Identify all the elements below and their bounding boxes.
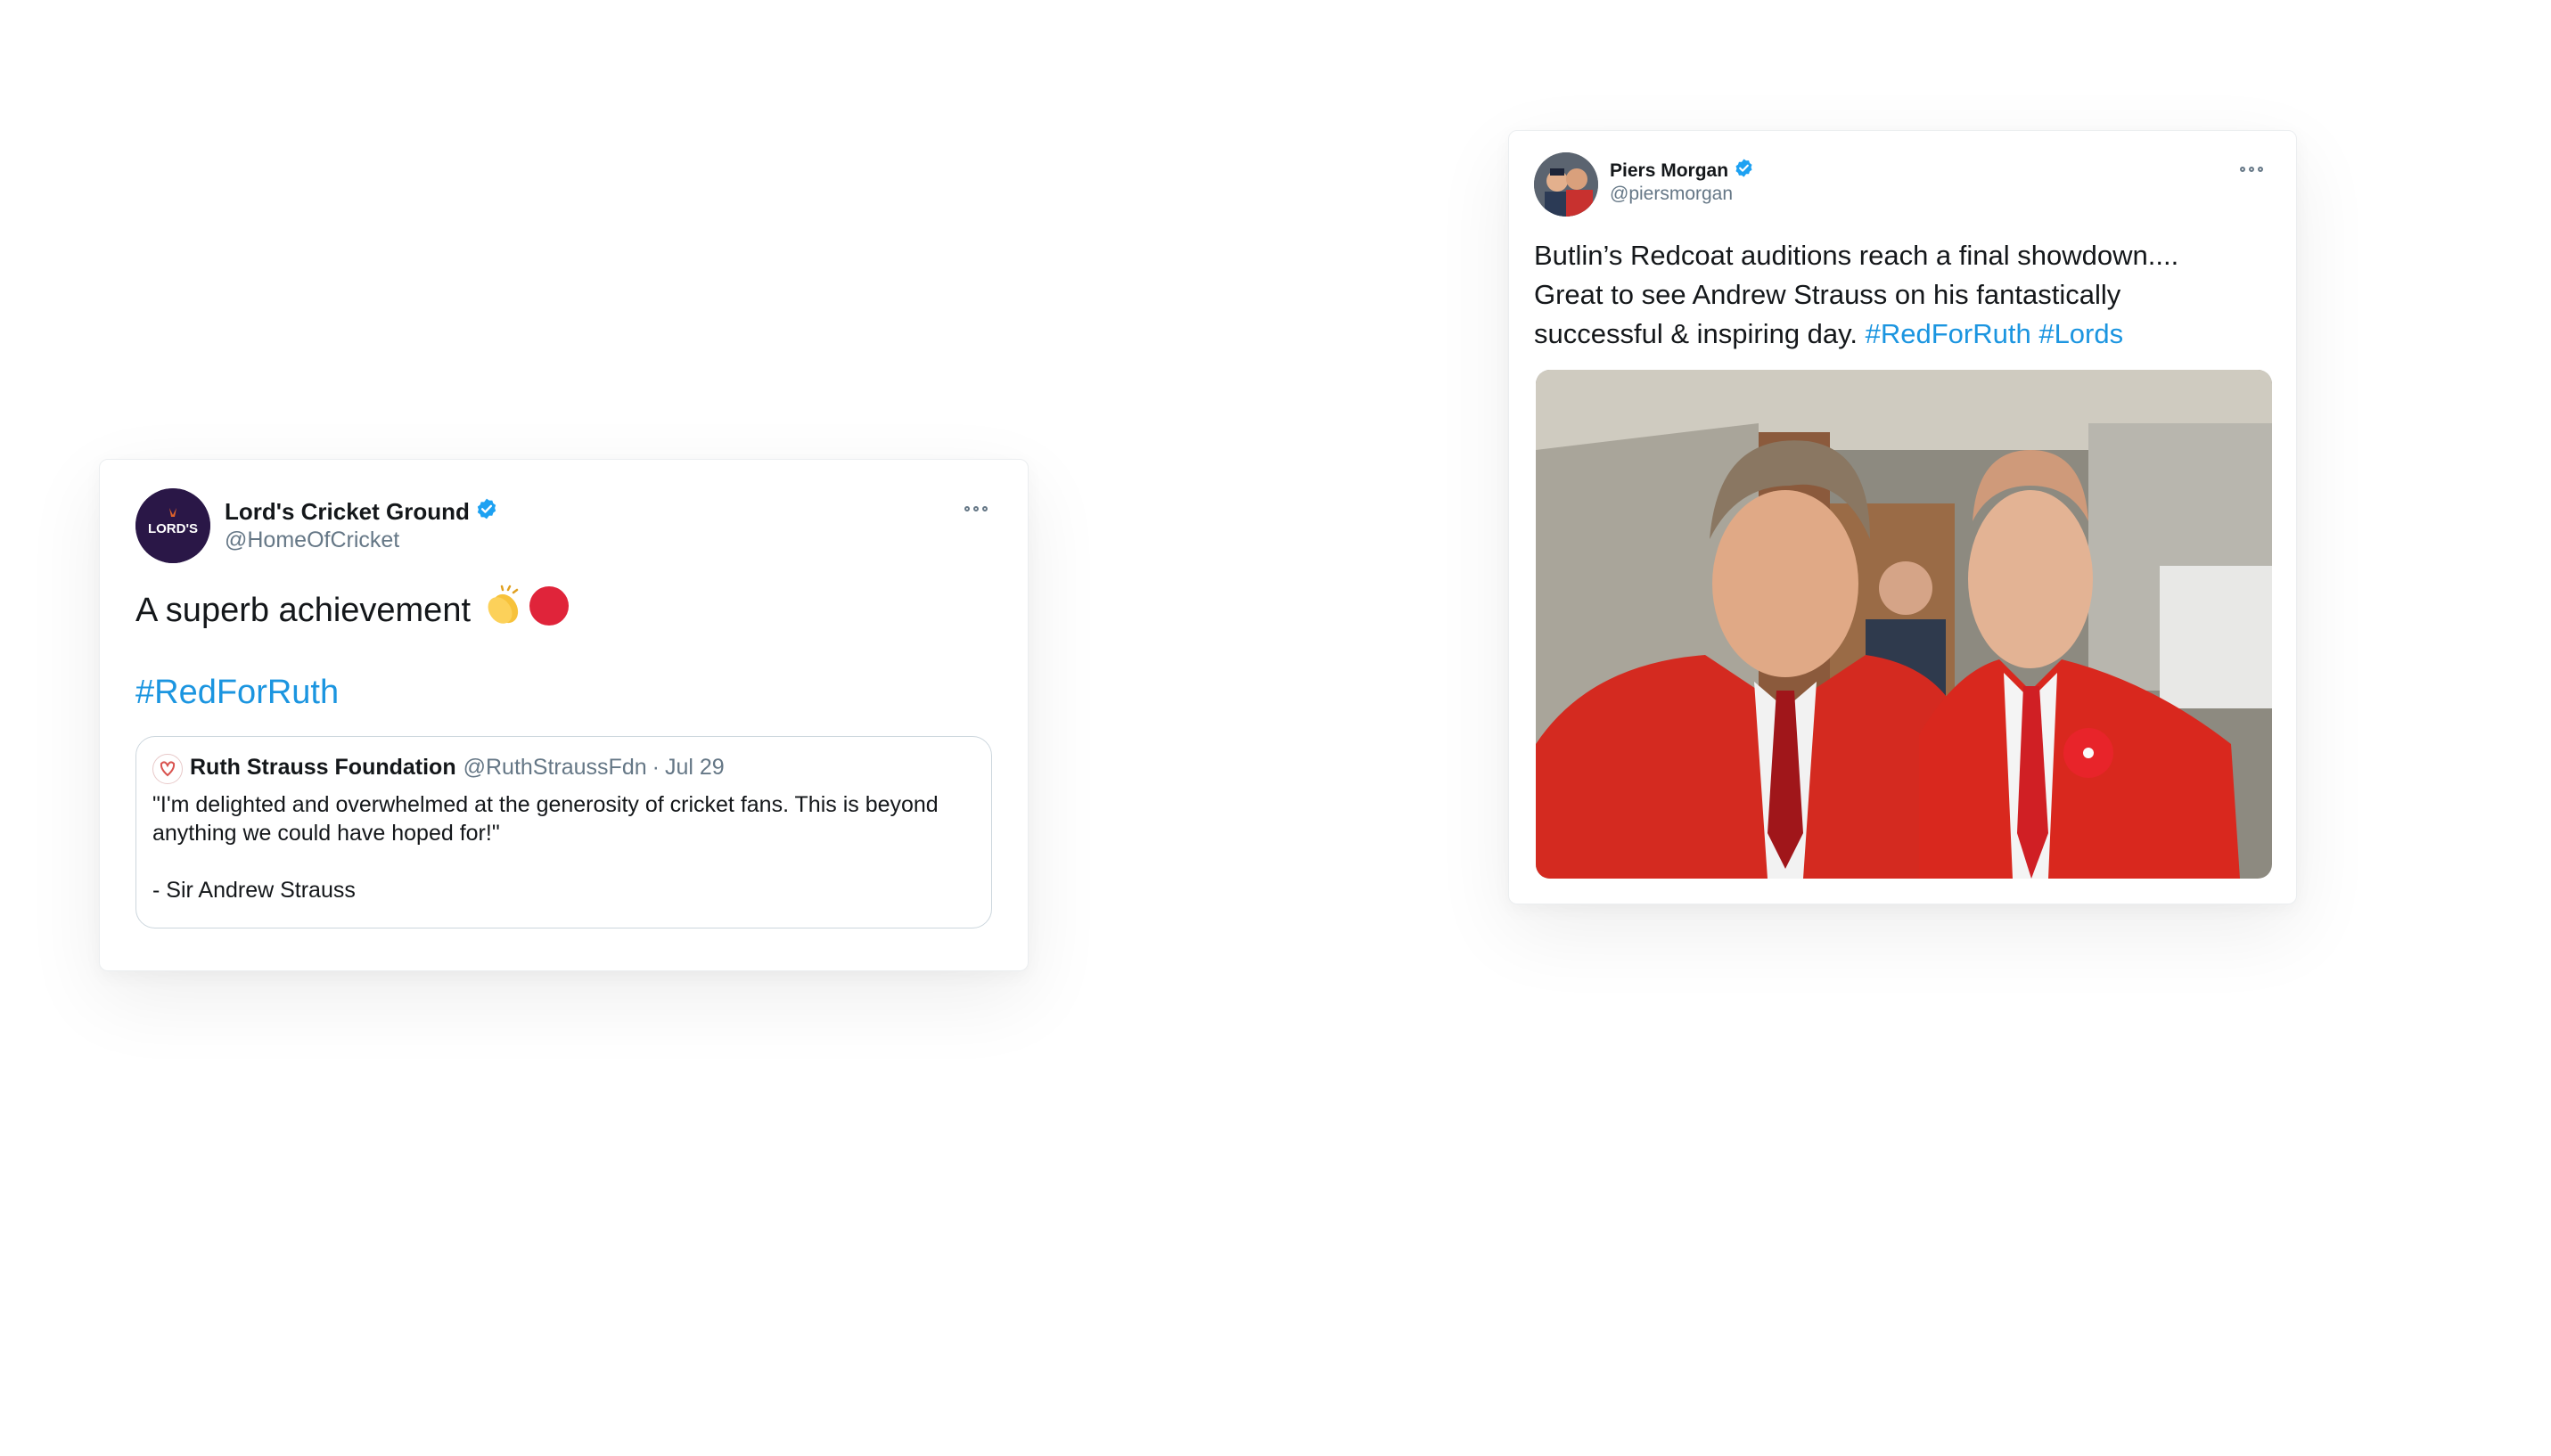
tweet-text-content: A superb achievement xyxy=(135,591,472,629)
more-options-icon[interactable] xyxy=(964,506,988,511)
red-circle-icon xyxy=(528,585,570,636)
avatar-ruth-strauss-foundation[interactable] xyxy=(152,754,183,784)
author-name-line[interactable]: Piers Morgan xyxy=(1610,158,1754,184)
tweet-card-lords[interactable]: LORD'S Lord's Cricket Ground @HomeOfCric… xyxy=(99,459,1029,971)
tweet-photo[interactable] xyxy=(1536,370,2272,879)
separator-dot: · xyxy=(652,755,660,780)
avatar-piers[interactable] xyxy=(1534,152,1598,217)
verified-badge-icon xyxy=(1734,158,1754,184)
tweet-card-piers[interactable]: Piers Morgan @piersmorgan Butlin’s Redco… xyxy=(1508,130,2297,904)
author-handle[interactable]: @piersmorgan xyxy=(1610,184,1733,205)
clapping-hands-icon xyxy=(481,585,524,636)
avatar-lords[interactable]: LORD'S xyxy=(135,488,210,563)
tweet-text: Butlin’s Redcoat auditions reach a final… xyxy=(1534,236,2247,354)
quoted-author-name[interactable]: Ruth Strauss Foundation xyxy=(190,755,456,781)
tweet-text: A superb achievement xyxy=(135,585,570,636)
hashtag-link-lords[interactable]: #Lords xyxy=(2038,318,2123,349)
more-options-icon[interactable] xyxy=(2240,167,2263,172)
hashtag-link[interactable]: #RedForRuth xyxy=(135,674,339,712)
hashtag-link-redforruth[interactable]: #RedForRuth xyxy=(1866,318,2031,349)
author-name-line[interactable]: Lord's Cricket Ground xyxy=(225,497,498,527)
author-name[interactable]: Piers Morgan xyxy=(1610,160,1728,182)
quoted-tweet-body: "I'm delighted and overwhelmed at the ge… xyxy=(152,790,955,904)
quoted-tweet-signature: - Sir Andrew Strauss xyxy=(152,878,356,903)
quoted-tweet-header: Ruth Strauss Foundation @RuthStraussFdn … xyxy=(190,755,725,781)
verified-badge-icon xyxy=(475,497,498,527)
author-handle[interactable]: @HomeOfCricket xyxy=(225,528,399,553)
quoted-tweet[interactable]: Ruth Strauss Foundation @RuthStraussFdn … xyxy=(135,736,992,928)
quoted-tweet-date[interactable]: Jul 29 xyxy=(665,755,725,781)
quoted-tweet-text: "I'm delighted and overwhelmed at the ge… xyxy=(152,792,939,846)
photo-illustration xyxy=(1536,370,2272,879)
svg-text:LORD'S: LORD'S xyxy=(148,521,198,536)
quoted-author-handle[interactable]: @RuthStraussFdn xyxy=(463,755,647,781)
author-name[interactable]: Lord's Cricket Ground xyxy=(225,498,470,526)
